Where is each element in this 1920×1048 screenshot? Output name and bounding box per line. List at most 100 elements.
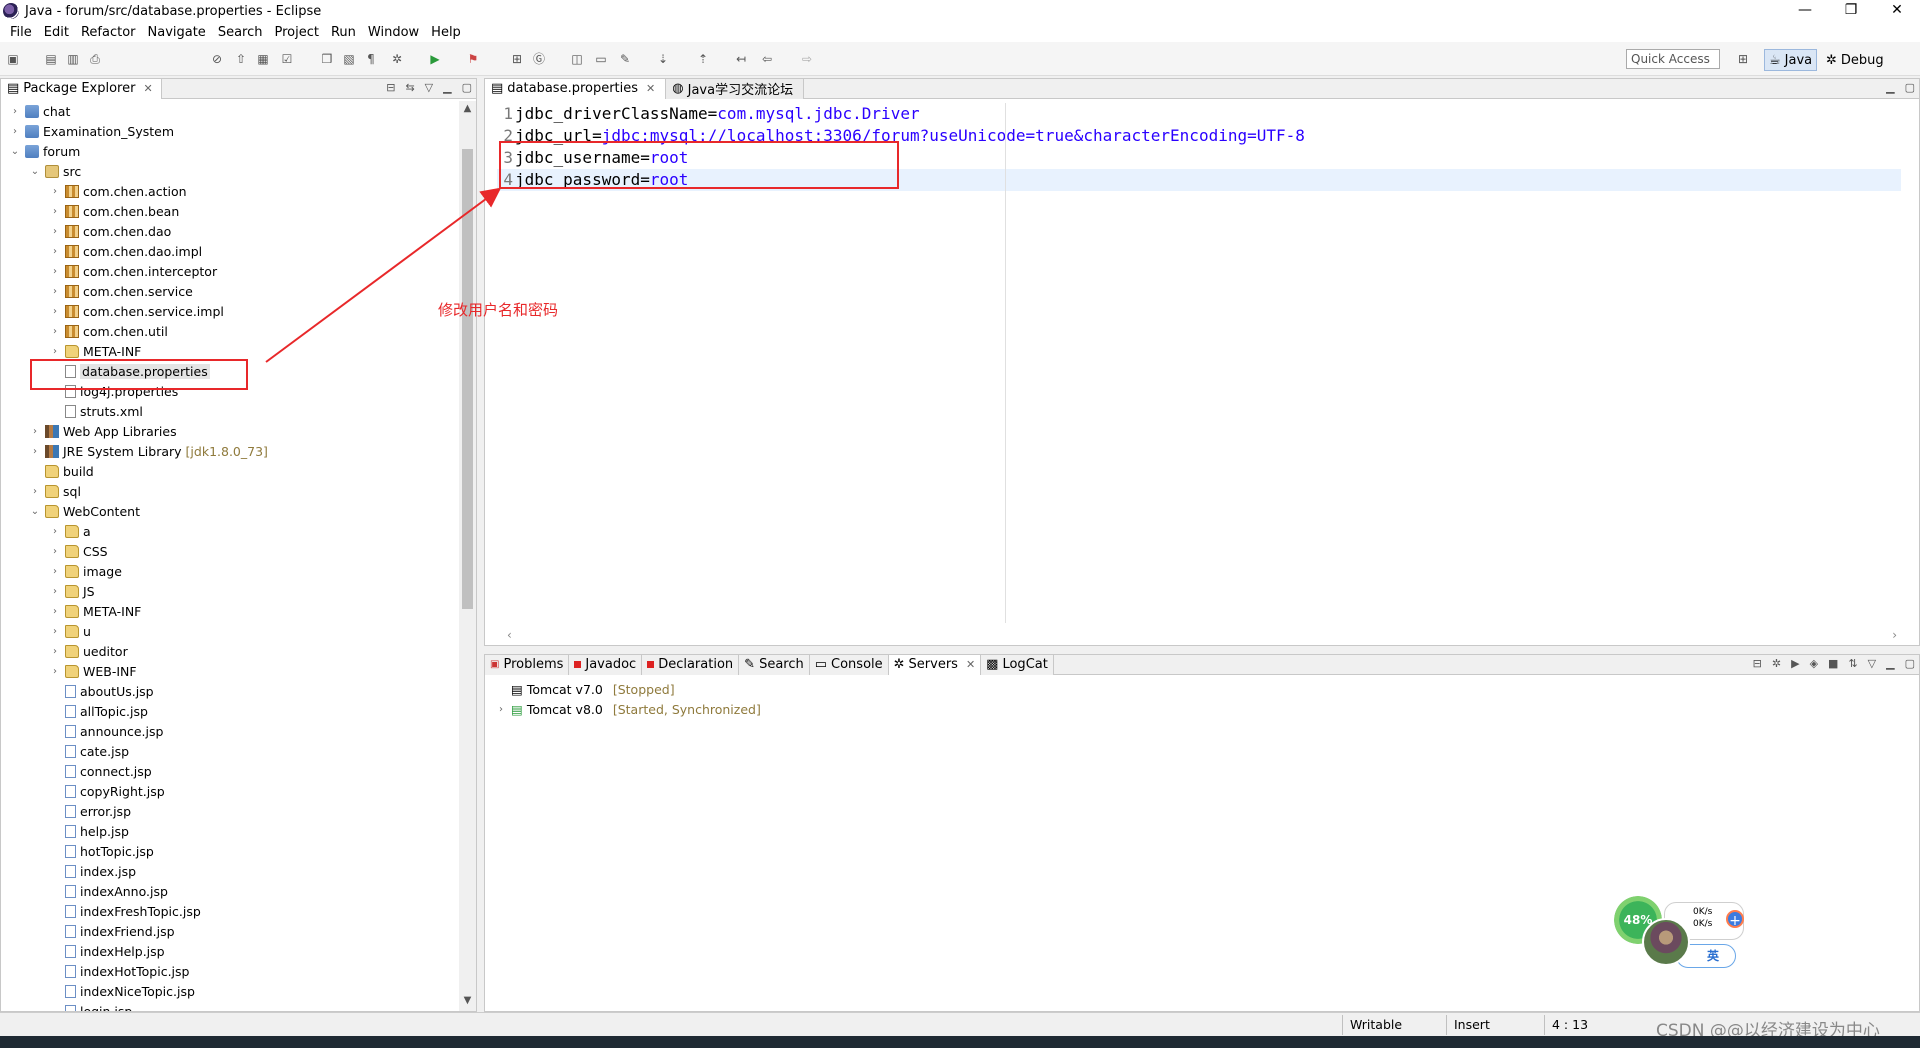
scroll-up-icon[interactable]: ▲: [459, 103, 476, 114]
debug-server-icon[interactable]: ✲: [1772, 657, 1781, 670]
paragraph-icon[interactable]: ¶: [364, 52, 378, 66]
tree-item[interactable]: › u: [49, 621, 91, 641]
open-task-icon[interactable]: ▭: [594, 52, 608, 66]
new-java-class-icon[interactable]: Ⓖ: [532, 52, 546, 66]
tree-item[interactable]: › com.chen.bean: [49, 201, 179, 221]
maximize-icon[interactable]: ▢: [1905, 657, 1915, 670]
tree-item[interactable]: › META-INF: [49, 601, 141, 621]
tree-item[interactable]: › com.chen.service.impl: [49, 301, 224, 321]
scroll-right-icon[interactable]: ›: [1892, 628, 1897, 642]
skip-breakpoints-icon[interactable]: ⊘: [210, 52, 224, 66]
tree-item[interactable]: › ueditor: [49, 641, 128, 661]
tree-item[interactable]: › com.chen.dao.impl: [49, 241, 202, 261]
minimize-icon[interactable]: ▁: [443, 81, 451, 94]
profile-server-icon[interactable]: ◈: [1810, 657, 1818, 670]
perspective-java[interactable]: ☕ Java: [1764, 49, 1818, 71]
expand-toggle-icon[interactable]: ›: [29, 446, 41, 457]
quick-access-input[interactable]: Quick Access: [1626, 49, 1720, 69]
tree-item[interactable]: allTopic.jsp: [49, 701, 148, 721]
view-menu-icon[interactable]: ▽: [425, 81, 433, 94]
menu-refactor[interactable]: Refactor: [75, 25, 142, 40]
tree-item[interactable]: cate.jsp: [49, 741, 129, 761]
tree-item[interactable]: error.jsp: [49, 801, 131, 821]
tree-item[interactable]: › sql: [29, 481, 81, 501]
minimize-button[interactable]: —: [1782, 0, 1828, 22]
tree-item[interactable]: ⌄ forum: [9, 141, 81, 161]
tree-item[interactable]: › image: [49, 561, 122, 581]
server-start-icon[interactable]: ⇧: [234, 52, 248, 66]
minimize-icon[interactable]: ▁: [1886, 657, 1894, 670]
lint-icon[interactable]: ☑: [280, 52, 294, 66]
run-icon[interactable]: ▶: [428, 52, 442, 66]
expand-toggle-icon[interactable]: ›: [49, 586, 61, 597]
expand-toggle-icon[interactable]: ›: [49, 346, 61, 357]
tree-item[interactable]: › com.chen.action: [49, 181, 187, 201]
expand-toggle-icon[interactable]: ›: [9, 126, 21, 137]
close-icon[interactable]: ✕: [143, 82, 152, 95]
tree-item[interactable]: indexHelp.jsp: [49, 941, 165, 961]
tree-item[interactable]: indexHotTopic.jsp: [49, 961, 189, 981]
tree-item[interactable]: indexFriend.jsp: [49, 921, 175, 941]
new-project-icon[interactable]: ❒: [320, 52, 334, 66]
expand-toggle-icon[interactable]: ›: [49, 326, 61, 337]
tree-item[interactable]: › JS: [49, 581, 95, 601]
android-sdk-icon[interactable]: ▦: [256, 52, 270, 66]
tab-console[interactable]: ▭ Console: [809, 654, 889, 675]
print-icon[interactable]: ⎙: [88, 52, 102, 66]
tree-item[interactable]: › a: [49, 521, 91, 541]
tree-item[interactable]: copyRight.jsp: [49, 781, 165, 801]
menu-edit[interactable]: Edit: [38, 25, 75, 40]
expand-toggle-icon[interactable]: ›: [49, 266, 61, 277]
expand-toggle-icon[interactable]: ›: [49, 186, 61, 197]
system-monitor-widget[interactable]: 0K/s 0K/s 48% + 英: [1614, 896, 1744, 976]
tree-item[interactable]: › WEB-INF: [49, 661, 137, 681]
maximize-icon[interactable]: ▢: [1905, 81, 1915, 94]
external-tools-icon[interactable]: ⚑: [466, 52, 480, 66]
tab-javadoc[interactable]: Javadoc: [569, 654, 643, 675]
tree-item[interactable]: › JRE System Library [jdk1.8.0_73]: [29, 441, 268, 461]
tree-item[interactable]: › com.chen.service: [49, 281, 193, 301]
tree-item[interactable]: ⌄ WebContent: [29, 501, 140, 521]
open-type-icon[interactable]: ◫: [570, 52, 584, 66]
tab-database-properties[interactable]: ▤ database.properties ✕: [485, 78, 667, 99]
minimize-icon[interactable]: ▁: [1886, 81, 1894, 94]
stop-server-icon[interactable]: ■: [1828, 657, 1838, 670]
expand-toggle-icon[interactable]: ›: [49, 606, 61, 617]
menu-window[interactable]: Window: [362, 25, 425, 40]
last-edit-icon[interactable]: ↤: [734, 52, 748, 66]
plus-icon[interactable]: +: [1726, 910, 1744, 929]
tree-item[interactable]: › com.chen.dao: [49, 221, 171, 241]
back-icon[interactable]: ⇦: [760, 52, 774, 66]
open-perspective-icon[interactable]: ⊞: [1736, 52, 1750, 66]
save-icon[interactable]: ▤: [44, 52, 58, 66]
expand-toggle-icon[interactable]: ›: [49, 306, 61, 317]
tree-item[interactable]: index.jsp: [49, 861, 136, 881]
forward-icon[interactable]: ⇨: [800, 52, 814, 66]
collapse-all-icon[interactable]: ⊟: [386, 81, 395, 94]
menu-run[interactable]: Run: [325, 25, 362, 40]
tree-item[interactable]: › META-INF: [49, 341, 141, 361]
prev-annotation-icon[interactable]: ⇡: [696, 52, 710, 66]
scrollbar-thumb[interactable]: [462, 149, 473, 609]
tree-item[interactable]: hotTopic.jsp: [49, 841, 154, 861]
menu-project[interactable]: Project: [268, 25, 324, 40]
next-annotation-icon[interactable]: ⇣: [656, 52, 670, 66]
tab-servers[interactable]: ✲ Servers ✕: [888, 654, 982, 675]
menu-help[interactable]: Help: [425, 25, 467, 40]
tree-item[interactable]: struts.xml: [49, 401, 143, 421]
close-icon[interactable]: ✕: [646, 82, 655, 95]
expand-toggle-icon[interactable]: ›: [9, 106, 21, 117]
tree-item[interactable]: indexAnno.jsp: [49, 881, 168, 901]
expand-toggle-icon[interactable]: ›: [49, 526, 61, 537]
tree-item[interactable]: indexFreshTopic.jsp: [49, 901, 201, 921]
expand-toggle-icon[interactable]: ›: [49, 546, 61, 557]
tab-problems[interactable]: ▣ Problems: [485, 654, 570, 675]
server-row[interactable]: › ▤ Tomcat v8.0 [Started, Synchronized]: [495, 699, 761, 719]
expand-toggle-icon[interactable]: ›: [49, 206, 61, 217]
expand-toggle-icon[interactable]: ›: [49, 646, 61, 657]
expand-toggle-icon[interactable]: ⌄: [9, 146, 21, 157]
save-all-icon[interactable]: ▥: [66, 52, 80, 66]
start-server-icon[interactable]: ▶: [1791, 657, 1799, 670]
publish-icon[interactable]: ⇅: [1848, 657, 1857, 670]
collapse-icon[interactable]: ⊟: [1753, 657, 1762, 670]
